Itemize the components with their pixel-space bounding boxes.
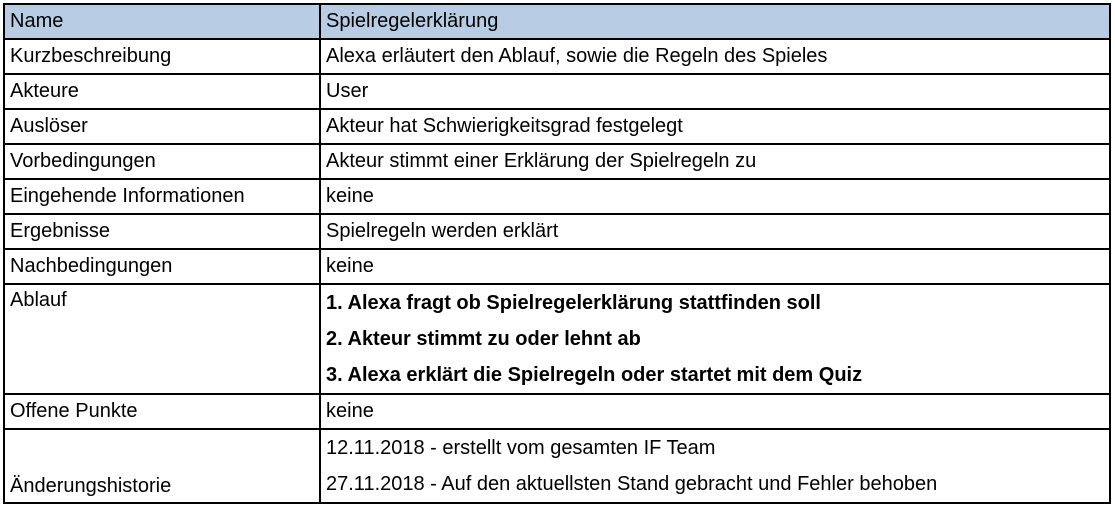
table-row-offene-punkte: Offene Punkte keine bbox=[3, 393, 1111, 430]
value-cell[interactable]: keine bbox=[319, 393, 1111, 430]
value-cell[interactable]: Alexa erläutert den Ablauf, sowie die Re… bbox=[319, 38, 1111, 75]
table-row-ergebnisse: Ergebnisse Spielregeln werden erklärt bbox=[3, 213, 1111, 250]
value-cell[interactable]: Akteur stimmt einer Erklärung der Spielr… bbox=[319, 143, 1111, 180]
value-cell[interactable]: Akteur hat Schwierigkeitsgrad festgelegt bbox=[319, 108, 1111, 145]
header-value-cell[interactable]: Spielregelerklärung bbox=[319, 3, 1111, 40]
label-cell[interactable]: Änderungshistorie bbox=[3, 428, 321, 504]
use-case-table: Name Spielregelerklärung Kurzbeschreibun… bbox=[3, 3, 1111, 504]
table-row-ablauf: Ablauf 1. Alexa fragt ob Spielregelerklä… bbox=[3, 283, 1111, 395]
ablauf-step: 3. Alexa erklärt die Spielregeln oder st… bbox=[326, 364, 863, 386]
header-label-cell[interactable]: Name bbox=[3, 3, 321, 40]
label-cell[interactable]: Eingehende Informationen bbox=[3, 178, 321, 215]
value-cell[interactable]: User bbox=[319, 73, 1111, 110]
header-row: Name Spielregelerklärung bbox=[3, 3, 1111, 40]
table-row-kurzbeschreibung: Kurzbeschreibung Alexa erläutert den Abl… bbox=[3, 38, 1111, 75]
label-cell[interactable]: Akteure bbox=[3, 73, 321, 110]
historie-entry: 27.11.2018 - Auf den aktuellsten Stand g… bbox=[326, 473, 938, 495]
table-row-ausloeser: Auslöser Akteur hat Schwierigkeitsgrad f… bbox=[3, 108, 1111, 145]
table-row-akteure: Akteure User bbox=[3, 73, 1111, 110]
table-row-aenderungshistorie: Änderungshistorie 12.11.2018 - erstellt … bbox=[3, 428, 1111, 504]
label-cell[interactable]: Nachbedingungen bbox=[3, 248, 321, 285]
label-cell[interactable]: Vorbedingungen bbox=[3, 143, 321, 180]
label-cell[interactable]: Offene Punkte bbox=[3, 393, 321, 430]
historie-entries-cell[interactable]: 12.11.2018 - erstellt vom gesamten IF Te… bbox=[319, 428, 1111, 504]
label-cell[interactable]: Ergebnisse bbox=[3, 213, 321, 250]
value-cell[interactable]: Spielregeln werden erklärt bbox=[319, 213, 1111, 250]
table-row-eingehende-informationen: Eingehende Informationen keine bbox=[3, 178, 1111, 215]
historie-entry: 12.11.2018 - erstellt vom gesamten IF Te… bbox=[326, 437, 716, 459]
ablauf-step: 1. Alexa fragt ob Spielregelerklärung st… bbox=[326, 292, 821, 314]
ablauf-steps-cell[interactable]: 1. Alexa fragt ob Spielregelerklärung st… bbox=[319, 283, 1111, 395]
value-cell[interactable]: keine bbox=[319, 178, 1111, 215]
label-cell[interactable]: Ablauf bbox=[3, 283, 321, 395]
label-cell[interactable]: Auslöser bbox=[3, 108, 321, 145]
label-cell[interactable]: Kurzbeschreibung bbox=[3, 38, 321, 75]
ablauf-step: 2. Akteur stimmt zu oder lehnt ab bbox=[326, 328, 641, 350]
table-row-nachbedingungen: Nachbedingungen keine bbox=[3, 248, 1111, 285]
value-cell[interactable]: keine bbox=[319, 248, 1111, 285]
table-row-vorbedingungen: Vorbedingungen Akteur stimmt einer Erklä… bbox=[3, 143, 1111, 180]
